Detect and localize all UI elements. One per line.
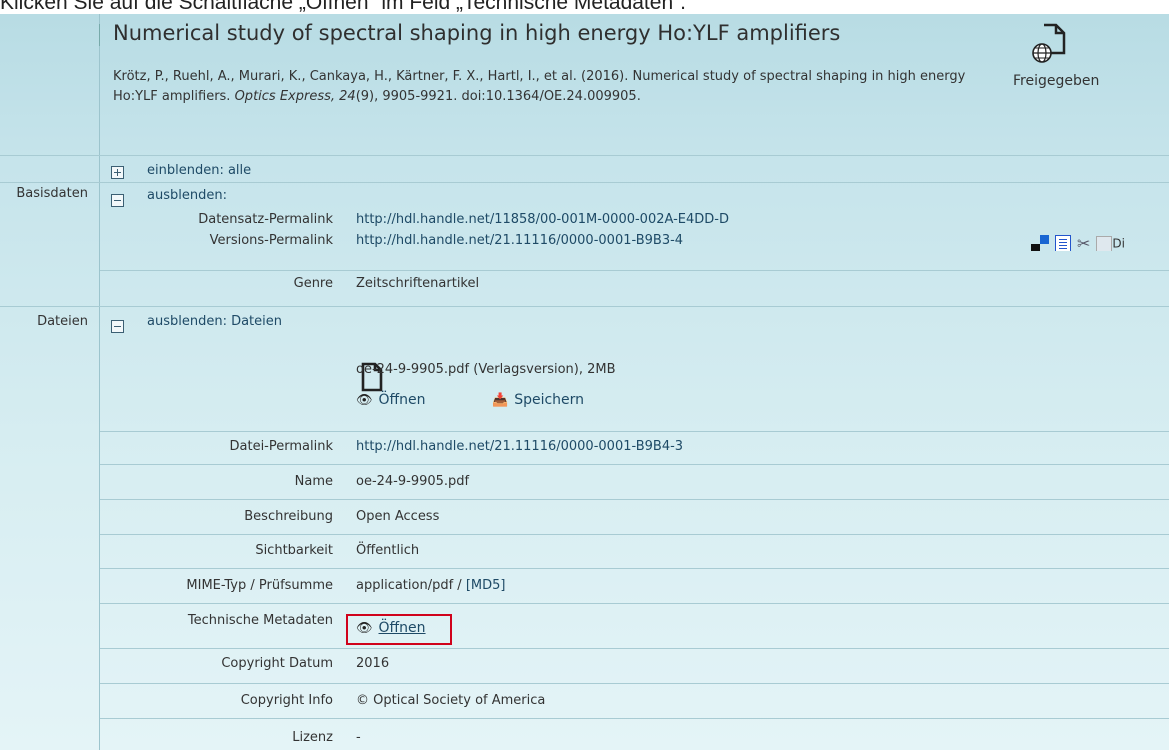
globe-document-icon [1032,23,1066,63]
divider [100,648,1169,649]
broken-image-icon[interactable]: Di [1096,235,1125,251]
record-panel [0,14,1169,750]
divider [0,182,1169,183]
collapse-basic-icon[interactable] [111,194,124,207]
eye-icon: 👁 [356,393,373,408]
file-open-label: Öffnen [378,392,426,408]
tools-icon[interactable]: ✂ [1077,234,1090,251]
collapse-files-icon[interactable] [111,320,124,333]
visibility-value: Öffentlich [356,543,420,558]
delicious-icon[interactable] [1031,234,1049,251]
column-separator [99,14,100,750]
divider [100,270,1169,271]
version-permalink-label: Versions-Permalink [209,233,333,248]
divider [100,499,1169,500]
list-icon[interactable] [1055,235,1071,251]
file-save-button[interactable]: 📥 Speichern [492,392,584,408]
collapse-basic-link[interactable]: ausblenden: [147,188,227,203]
file-permalink-link[interactable]: http://hdl.handle.net/21.11116/0000-0001… [356,439,683,454]
copyright-info-value: © Optical Society of America [356,693,546,708]
description-label: Beschreibung [244,509,333,524]
divider [100,603,1169,604]
divider [100,718,1169,719]
divider [100,568,1169,569]
file-permalink-label: Datei-Permalink [229,439,334,454]
divider [100,534,1169,535]
dataset-permalink-link[interactable]: http://hdl.handle.net/11858/00-001M-0000… [356,212,729,227]
section-label-basic: Basisdaten [16,186,88,201]
expand-all-icon[interactable] [111,166,124,179]
release-status: Freigegeben [1013,73,1100,89]
technical-metadata-label: Technische Metadaten [187,613,333,628]
description-value: Open Access [356,509,440,524]
name-label: Name [294,474,333,489]
name-value: oe-24-9-9905.pdf [356,474,470,489]
citation-suffix: (9), 9905-9921. doi:10.1364/OE.24.009905… [355,89,641,104]
copyright-date-value: 2016 [356,656,390,671]
genre-label: Genre [293,276,333,291]
section-label-files: Dateien [37,314,88,329]
file-open-button[interactable]: 👁 Öffnen [356,392,426,408]
broken-image-text: Di [1112,236,1125,250]
md5-link[interactable]: [MD5] [466,578,506,593]
divider [100,431,1169,432]
citation-journal: Optics Express, 24 [234,89,356,104]
license-value: - [356,730,361,745]
highlight-box [346,614,452,645]
file-title: oe-24-9-9905.pdf (Verlagsversion), 2MB [356,362,616,377]
instruction-text: Klicken Sie auf die Schaltfläche „Öffnen… [0,0,686,14]
export-tools: ✂ Di [1031,233,1169,251]
copyright-info-label: Copyright Info [240,693,333,708]
divider [0,306,1169,307]
divider [100,683,1169,684]
copyright-date-label: Copyright Datum [221,656,333,671]
mime-checksum-label: MIME-Typ / Prüfsumme [186,578,333,593]
download-tray-icon: 📥 [492,393,509,408]
title-accent [99,24,100,46]
mime-type-text: application/pdf / [356,578,466,593]
mime-checksum-value: application/pdf / [MD5] [356,578,505,593]
citation: Krötz, P., Ruehl, A., Murari, K., Cankay… [113,67,993,107]
collapse-files-link[interactable]: ausblenden: Dateien [147,314,282,329]
divider [0,155,1169,156]
version-permalink-link[interactable]: http://hdl.handle.net/21.11116/0000-0001… [356,233,683,248]
expand-all-link[interactable]: einblenden: alle [147,163,251,178]
genre-value: Zeitschriftenartikel [356,276,480,291]
file-save-label: Speichern [514,392,585,408]
record-title: Numerical study of spectral shaping in h… [113,21,841,45]
license-label: Lizenz [292,730,333,745]
divider [100,464,1169,465]
visibility-label: Sichtbarkeit [255,543,333,558]
dataset-permalink-label: Datensatz-Permalink [198,212,333,227]
